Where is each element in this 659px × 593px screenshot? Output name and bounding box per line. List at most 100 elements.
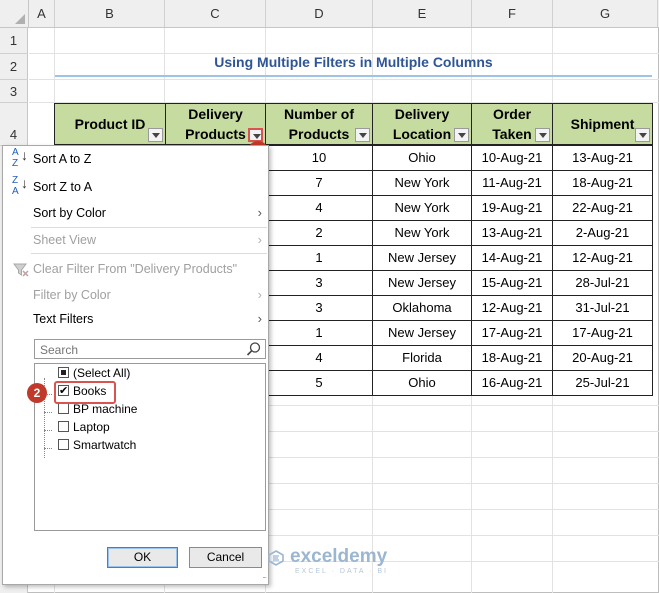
table-cell[interactable]: 2: [265, 220, 373, 246]
table-cell[interactable]: 28-Jul-21: [552, 270, 653, 296]
header-number-of-products[interactable]: Number of Products: [265, 103, 373, 145]
table-cell[interactable]: New Jersey: [372, 245, 472, 271]
row-header-4[interactable]: 4: [0, 103, 28, 146]
menu-item-label: Sort A to Z: [33, 152, 92, 166]
filter-dropdown-button[interactable]: [535, 128, 550, 142]
table-cell[interactable]: 17-Aug-21: [471, 320, 553, 346]
menu-sort-z-to-a[interactable]: Z A ↓ Sort Z to A: [3, 175, 268, 199]
column-header-f[interactable]: F: [472, 0, 553, 27]
table-cell[interactable]: New Jersey: [372, 320, 472, 346]
table-cell[interactable]: New York: [372, 170, 472, 196]
table-cell[interactable]: 15-Aug-21: [471, 270, 553, 296]
select-all-checkbox[interactable]: [58, 367, 69, 378]
filter-dropdown-menu: A Z ↓ Sort A to Z Z A ↓ Sort Z to A Sort by …: [2, 145, 269, 585]
row-header-3[interactable]: 3: [0, 80, 28, 103]
filter-dropdown-button[interactable]: [355, 128, 370, 142]
column-header-c[interactable]: C: [165, 0, 266, 27]
cancel-button[interactable]: Cancel: [189, 547, 262, 568]
table-cell[interactable]: 19-Aug-21: [471, 195, 553, 221]
table-cell[interactable]: New York: [372, 195, 472, 221]
filter-values-list: (Select All) Books BP machine Laptop Sma…: [34, 363, 266, 531]
table-cell[interactable]: 13-Aug-21: [552, 145, 653, 171]
filter-dropdown-button[interactable]: [635, 128, 650, 142]
menu-item-label: Filter by Color: [33, 288, 111, 302]
filter-search-box[interactable]: [34, 339, 266, 359]
table-cell[interactable]: 16-Aug-21: [471, 370, 553, 396]
table-cell[interactable]: New Jersey: [372, 270, 472, 296]
bp-machine-checkbox[interactable]: [58, 403, 69, 414]
table-cell[interactable]: 12-Aug-21: [552, 245, 653, 271]
table-cell[interactable]: 20-Aug-21: [552, 345, 653, 371]
menu-sort-by-color[interactable]: Sort by Color ›: [3, 201, 268, 225]
table-cell[interactable]: 31-Jul-21: [552, 295, 653, 321]
submenu-arrow-icon: ›: [257, 205, 262, 220]
tree-connector: [44, 412, 52, 413]
header-delivery-location[interactable]: Delivery Location: [372, 103, 472, 145]
table-cell[interactable]: Ohio: [372, 145, 472, 171]
table-cell[interactable]: 3: [265, 270, 373, 296]
sort-descending-icon: Z A ↓: [12, 175, 28, 197]
table-cell[interactable]: 3: [265, 295, 373, 321]
table-cell[interactable]: 7: [265, 170, 373, 196]
table-cell[interactable]: 1: [265, 320, 373, 346]
search-icon[interactable]: [246, 341, 262, 357]
submenu-arrow-icon: ›: [257, 287, 262, 302]
table-cell[interactable]: 18-Aug-21: [471, 345, 553, 371]
header-product-id[interactable]: Product ID: [54, 103, 166, 145]
sort-ascending-icon: A Z ↓: [12, 147, 28, 169]
table-cell[interactable]: 10-Aug-21: [471, 145, 553, 171]
table-cell[interactable]: 22-Aug-21: [552, 195, 653, 221]
table-cell[interactable]: 11-Aug-21: [471, 170, 553, 196]
menu-item-label: Sort Z to A: [33, 180, 93, 194]
submenu-arrow-icon: ›: [257, 311, 262, 326]
exceldemy-logo-icon: [268, 550, 284, 566]
header-order-taken[interactable]: Order Taken: [471, 103, 553, 145]
column-header-bar: A B C D E F G: [29, 0, 659, 28]
table-cell[interactable]: 13-Aug-21: [471, 220, 553, 246]
resize-grip-icon[interactable]: [258, 571, 266, 582]
laptop-checkbox[interactable]: [58, 421, 69, 432]
filter-dropdown-button-active[interactable]: [248, 128, 263, 142]
table-cell[interactable]: 18-Aug-21: [552, 170, 653, 196]
ok-button[interactable]: OK: [107, 547, 178, 568]
menu-sort-a-to-z[interactable]: A Z ↓ Sort A to Z: [3, 147, 268, 171]
table-cell[interactable]: New York: [372, 220, 472, 246]
filter-dropdown-button[interactable]: [148, 128, 163, 142]
row-header-1[interactable]: 1: [0, 28, 28, 54]
table-cell[interactable]: Florida: [372, 345, 472, 371]
menu-text-filters[interactable]: Text Filters ›: [3, 307, 268, 331]
table-cell[interactable]: 5: [265, 370, 373, 396]
smartwatch-checkbox[interactable]: [58, 439, 69, 450]
table-cell[interactable]: 2-Aug-21: [552, 220, 653, 246]
table-cell[interactable]: Oklahoma: [372, 295, 472, 321]
table-cell[interactable]: 14-Aug-21: [471, 245, 553, 271]
table-cell[interactable]: 4: [265, 345, 373, 371]
column-header-b[interactable]: B: [55, 0, 165, 27]
column-header-d[interactable]: D: [266, 0, 373, 27]
table-cell[interactable]: 25-Jul-21: [552, 370, 653, 396]
menu-sheet-view: Sheet View ›: [3, 228, 268, 252]
filter-dropdown-button[interactable]: [454, 128, 469, 142]
table-cell[interactable]: 4: [265, 195, 373, 221]
menu-item-label: Clear Filter From "Delivery Products": [33, 262, 238, 276]
row-header-2[interactable]: 2: [0, 54, 28, 80]
table-cell[interactable]: 12-Aug-21: [471, 295, 553, 321]
filter-item-label: Smartwatch: [73, 438, 137, 452]
column-header-a[interactable]: A: [29, 0, 55, 27]
menu-separator: [31, 253, 267, 254]
exceldemy-watermark: exceldemy EXCEL · DATA · BI: [268, 546, 408, 578]
step-badge-2: 2: [27, 383, 47, 403]
sheet-title: Using Multiple Filters in Multiple Colum…: [214, 54, 493, 70]
column-header-e[interactable]: E: [373, 0, 472, 27]
filter-item-label: Laptop: [73, 420, 110, 434]
filter-search-input[interactable]: [38, 341, 242, 359]
column-header-g[interactable]: G: [553, 0, 658, 27]
select-all-corner[interactable]: [0, 0, 29, 28]
table-cell[interactable]: Ohio: [372, 370, 472, 396]
table-cell[interactable]: 1: [265, 245, 373, 271]
table-cell[interactable]: 10: [265, 145, 373, 171]
menu-item-label: Sheet View: [33, 233, 97, 247]
header-shipment[interactable]: Shipment: [552, 103, 653, 145]
table-cell[interactable]: 17-Aug-21: [552, 320, 653, 346]
header-delivery-products[interactable]: Delivery Products: [165, 103, 266, 145]
